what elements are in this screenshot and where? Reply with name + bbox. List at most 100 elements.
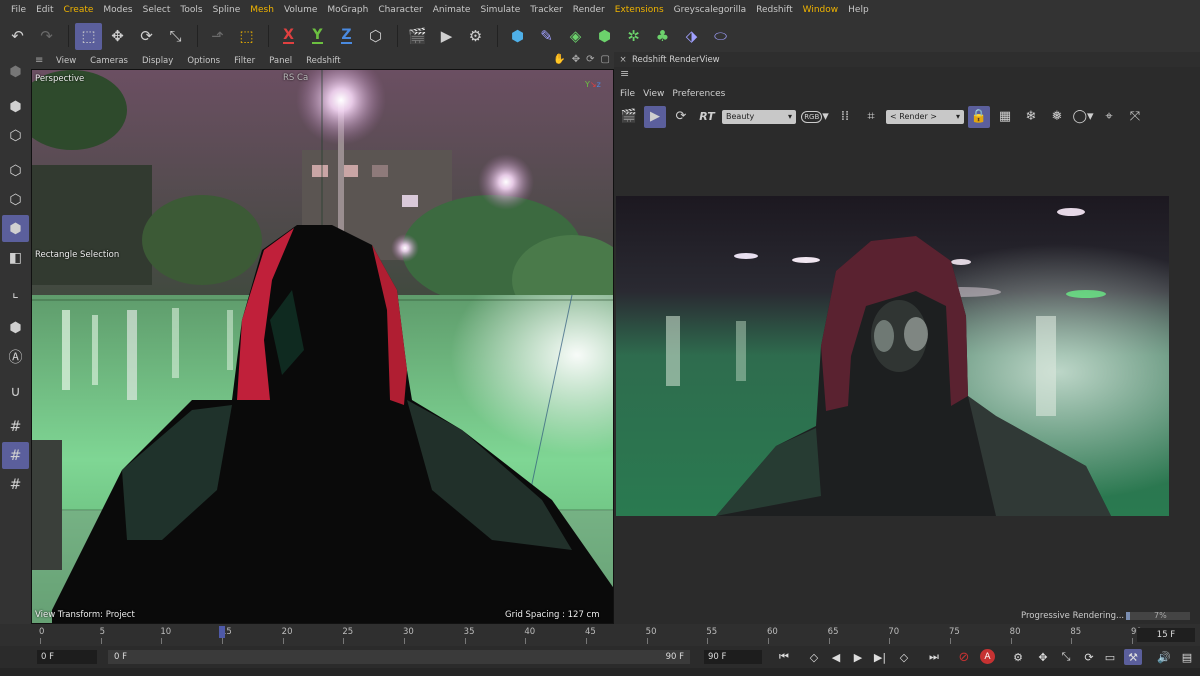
environment-icon[interactable]: ⬭ [707, 23, 734, 50]
menu-item-tools[interactable]: Tools [175, 5, 207, 15]
menu-item-animate[interactable]: Animate [428, 5, 476, 15]
axis-mode-icon[interactable]: ⌞ [2, 279, 29, 306]
3d-viewport[interactable]: Perspective RS Ca Rectangle Selection Vi… [31, 69, 614, 624]
scale-key-icon[interactable]: ⤡ [1057, 649, 1075, 665]
pla-key-icon[interactable]: ⚒ [1124, 649, 1142, 665]
rotation-key-icon[interactable]: ⟳ [1080, 649, 1098, 665]
cloner-icon[interactable]: ✲ [620, 23, 647, 50]
polygons-mode-icon[interactable]: ⬢ [2, 215, 29, 242]
timeline-options-icon[interactable]: ▤ [1178, 649, 1196, 665]
close-icon[interactable]: × [614, 55, 632, 65]
viewport-menu-filter[interactable]: Filter [227, 56, 262, 66]
deformer-icon[interactable]: ⬗ [678, 23, 705, 50]
menu-item-mograph[interactable]: MoGraph [322, 5, 373, 15]
start-render-icon[interactable]: ▶ [644, 105, 666, 128]
locked-workplane-icon[interactable]: # [2, 442, 29, 469]
render-settings-icon[interactable]: ⚙ [462, 23, 489, 50]
renderview-menu-icon[interactable]: ≡ [614, 67, 1200, 85]
scale-tool-icon[interactable]: ⤡ [162, 23, 189, 50]
render-picture-viewer-icon[interactable]: ▶ [433, 23, 460, 50]
transform-icon[interactable]: ⬏ [204, 23, 231, 50]
z-axis-button[interactable]: Z [333, 23, 360, 50]
next-frame-icon[interactable]: ▶| [871, 649, 889, 665]
sculpt-icon[interactable]: Ⓐ [2, 343, 29, 370]
viewport-menu-panel[interactable]: Panel [262, 56, 299, 66]
sound-icon[interactable]: 🔊 [1155, 649, 1173, 665]
autokey-button[interactable]: A [980, 649, 995, 664]
circle-option-icon[interactable]: ◯▾ [1072, 106, 1094, 128]
cube-icon[interactable]: ⬢ [504, 23, 531, 50]
menu-item-volume[interactable]: Volume [279, 5, 322, 15]
menu-item-help[interactable]: Help [843, 5, 874, 15]
start-frame-field[interactable]: 0 F [37, 650, 97, 664]
fit-view-icon[interactable]: ⤧ [1124, 106, 1146, 128]
viewport-menu-cameras[interactable]: Cameras [83, 56, 135, 66]
coordinate-system-icon[interactable]: ⬡ [362, 23, 389, 50]
render-select[interactable]: < Render > ▾ [886, 109, 964, 124]
planar-workplane-icon[interactable]: # [2, 471, 29, 498]
edges-mode-icon[interactable]: ⬡ [2, 186, 29, 213]
move-tool-icon[interactable]: ✥ [104, 23, 131, 50]
viewport-menu-view[interactable]: View [49, 56, 83, 66]
menu-item-modes[interactable]: Modes [98, 5, 137, 15]
play-icon[interactable]: ▶ [849, 649, 867, 665]
menu-item-mesh[interactable]: Mesh [245, 5, 279, 15]
viewport-menu-display[interactable]: Display [135, 56, 180, 66]
previous-key-icon[interactable]: ◇ [805, 649, 823, 665]
keyframe-selection-icon[interactable]: ⚙ [1009, 649, 1027, 665]
subdivision-icon[interactable]: ◈ [562, 23, 589, 50]
pen-spline-icon[interactable]: ✎ [533, 23, 560, 50]
menu-item-spline[interactable]: Spline [208, 5, 246, 15]
record-active-objects-icon[interactable]: ⊘ [955, 649, 973, 665]
crop-region-icon[interactable]: ⌗ [860, 106, 882, 128]
film-clapper-icon[interactable]: 🎬 [618, 106, 640, 128]
move-view-icon[interactable]: ✥ [572, 54, 580, 65]
camera-label[interactable]: Perspective [35, 74, 84, 84]
make-editable-icon[interactable]: ⬢ [2, 58, 29, 85]
menu-item-greyscalegorilla[interactable]: Greyscalegorilla [669, 5, 751, 15]
snowflake-g-icon[interactable]: ❅ [1046, 106, 1068, 128]
go-to-end-icon[interactable]: ⏭ [925, 649, 943, 665]
viewport-menu-redshift[interactable]: Redshift [299, 56, 348, 66]
end-frame-field[interactable]: 90 F [704, 650, 762, 664]
model-mode-icon[interactable]: ⬢ [2, 93, 29, 120]
snap-magnet-icon[interactable]: ∪ [2, 378, 29, 405]
previous-frame-icon[interactable]: ◀ [827, 649, 845, 665]
undo-icon[interactable]: ↶ [4, 23, 31, 50]
menu-item-edit[interactable]: Edit [31, 5, 58, 15]
rotate-view-icon[interactable]: ⟳ [586, 54, 594, 65]
menu-item-redshift[interactable]: Redshift [751, 5, 798, 15]
rectangle-select-icon[interactable]: ⬚ [233, 23, 260, 50]
menu-item-tracker[interactable]: Tracker [525, 5, 567, 15]
snowflake-icon[interactable]: ❄ [1020, 106, 1042, 128]
menu-item-select[interactable]: Select [138, 5, 176, 15]
menu-item-extensions[interactable]: Extensions [610, 5, 669, 15]
dots-grid-icon[interactable]: ⁞⁞ [834, 106, 856, 128]
renderview-menu-view[interactable]: View [643, 89, 672, 99]
timeline-ruler[interactable]: 051015202530354045505560657075808590 [39, 624, 1142, 646]
menu-item-create[interactable]: Create [59, 5, 99, 15]
workplane-icon[interactable]: # [2, 413, 29, 440]
grid-icon[interactable]: ▦ [994, 106, 1016, 128]
select-tool-icon[interactable]: ⬚ [75, 22, 102, 50]
renderview-menu-preferences[interactable]: Preferences [672, 89, 733, 99]
timeline[interactable]: 051015202530354045505560657075808590 [0, 624, 1200, 646]
go-to-start-icon[interactable]: ⏮ [775, 649, 793, 665]
x-axis-button[interactable]: X [275, 23, 302, 50]
position-key-icon[interactable]: ✥ [1034, 649, 1052, 665]
aov-select[interactable]: Beauty ▾ [722, 109, 796, 124]
maximize-view-icon[interactable]: ▢ [601, 54, 610, 65]
menu-item-character[interactable]: Character [373, 5, 427, 15]
uv-mode-icon[interactable]: ◧ [2, 244, 29, 271]
timeline-playhead[interactable] [219, 626, 225, 638]
solo-mode-icon[interactable]: ⬢ [2, 314, 29, 341]
next-key-icon[interactable]: ◇ [895, 649, 913, 665]
pan-hand-icon[interactable]: ✋ [553, 54, 565, 65]
viewport-menu-options[interactable]: Options [180, 56, 227, 66]
texture-mode-icon[interactable]: ⬡ [2, 122, 29, 149]
redo-icon[interactable]: ↷ [33, 23, 60, 50]
menu-item-file[interactable]: File [6, 5, 31, 15]
rt-toggle-button[interactable]: RT [696, 106, 718, 128]
effector-icon[interactable]: ♣ [649, 23, 676, 50]
points-mode-icon[interactable]: ⬡ [2, 157, 29, 184]
